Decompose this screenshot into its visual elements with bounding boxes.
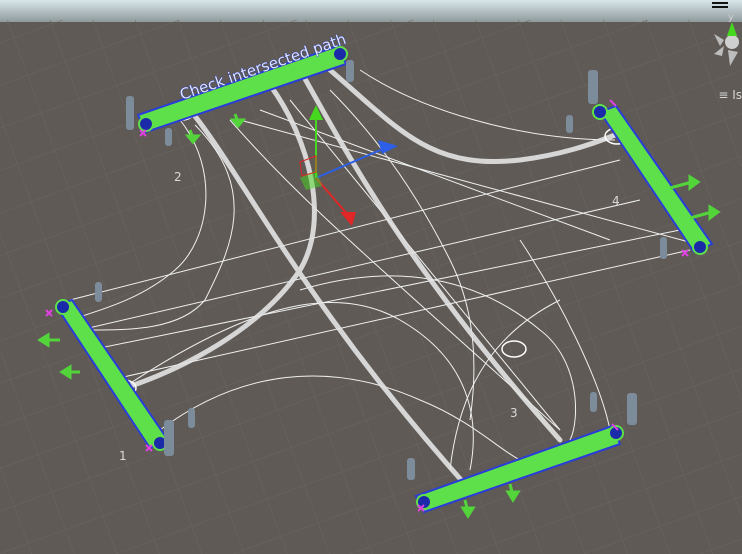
hamburger-icon: ≡ — [718, 88, 729, 102]
road-label-3: 3 — [510, 406, 518, 420]
road-label-2: 2 — [174, 170, 182, 184]
orientation-gizmo[interactable]: y — [710, 10, 742, 70]
gizmo-axis-y-label: y — [728, 12, 734, 23]
road-label-1: 1 — [119, 449, 127, 463]
road-label-4: 4 — [612, 194, 620, 208]
ground-grid — [0, 20, 742, 554]
scene-viewport[interactable]: Check intersected path 1 2 3 4 y ≡ Is — [0, 0, 742, 554]
menu-icon[interactable] — [712, 0, 728, 10]
perspective-label[interactable]: ≡ Is — [718, 88, 742, 102]
horizon-band — [0, 0, 742, 22]
perspective-text: Is — [732, 88, 742, 102]
scene-canvas[interactable]: Check intersected path 1 2 3 4 — [0, 0, 742, 554]
